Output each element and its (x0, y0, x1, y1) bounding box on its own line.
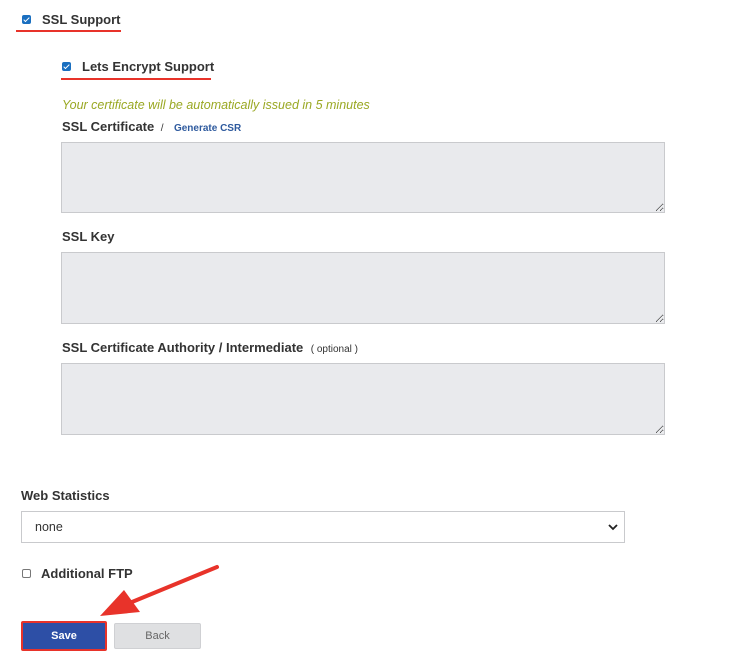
letsencrypt-label: Lets Encrypt Support (82, 59, 215, 74)
letsencrypt-note: Your certificate will be automatically i… (62, 98, 370, 112)
ssl-key-label: SSL Key (62, 229, 115, 244)
ssl-authority-heading: SSL Certificate Authority / Intermediate… (62, 339, 358, 357)
web-statistics-value: none (35, 520, 63, 534)
ssl-support-checkbox[interactable] (22, 15, 31, 24)
back-button[interactable]: Back (114, 623, 201, 649)
ssl-authority-optional: ( optional ) (310, 344, 358, 355)
back-button-label: Back (145, 630, 170, 642)
ssl-authority-textarea[interactable] (61, 363, 665, 435)
ssl-certificate-label: SSL Certificate (62, 119, 155, 134)
additional-ftp-checkbox[interactable] (22, 569, 31, 578)
chevron-down-icon (608, 524, 618, 531)
ssl-support-highlight (16, 30, 121, 32)
ssl-certificate-textarea[interactable] (61, 142, 665, 213)
letsencrypt-highlight (61, 78, 211, 80)
red-arrow-annotation (100, 565, 219, 616)
generate-csr-link[interactable]: Generate CSR (174, 123, 241, 134)
ssl-certificate-separator: / (160, 123, 164, 134)
letsencrypt-checkbox[interactable] (62, 62, 71, 71)
save-button-label: Save (51, 630, 77, 642)
web-statistics-select[interactable]: none (21, 511, 625, 543)
ssl-authority-label: SSL Certificate Authority / Intermediate (62, 340, 304, 355)
ssl-certificate-heading: SSL Certificate / Generate CSR (62, 118, 241, 136)
ssl-key-textarea[interactable] (61, 252, 665, 324)
ssl-support-label: SSL Support (42, 12, 121, 27)
save-button[interactable]: Save (21, 621, 107, 651)
web-statistics-label: Web Statistics (21, 488, 110, 503)
